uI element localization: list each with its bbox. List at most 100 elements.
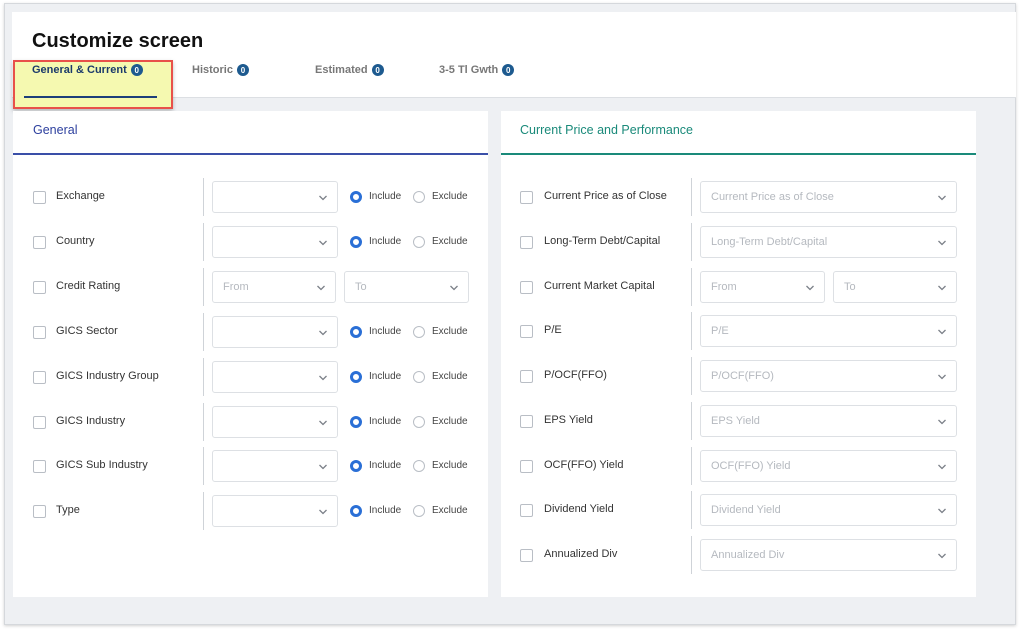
select-gics-industry[interactable] [212,405,338,438]
exclude-radio-gics-industry[interactable] [413,415,425,428]
chevron-down-icon [937,193,947,201]
row-divider [203,357,204,396]
filter-row-ocf-ffo-yield: OCF(FFO) Yield OCF(FFO) Yield [501,444,976,489]
filter-row-eps-yield: EPS Yield EPS Yield [501,399,976,444]
chevron-down-icon [318,193,328,201]
filter-row-gics-industry-group: GICS Industry Group Include Exclude [13,355,488,400]
select-placeholder: From [223,280,249,293]
row-label-ocf-ffo-yield: OCF(FFO) Yield [544,458,624,471]
from-select-credit-rating[interactable]: From [212,270,336,303]
chevron-down-icon [937,327,947,335]
filter-row-annualized-div: Annualized Div Annualized Div [501,533,976,578]
row-divider [691,312,692,351]
tab-general-current[interactable]: General & Current 0 [32,64,143,76]
select-p-ocf-ffo[interactable]: P/OCF(FFO) [700,360,957,392]
select-current-price-as-of-close[interactable]: Current Price as of Close [700,181,957,213]
checkbox-ocf-ffo-yield[interactable] [520,459,533,473]
checkbox-type[interactable] [33,505,46,519]
checkbox-p-ocf-ffo[interactable] [520,370,533,383]
select-placeholder: To [355,280,367,293]
select-eps-yield[interactable]: EPS Yield [700,404,957,437]
from-select-current-market-capital[interactable]: From [700,270,825,303]
exclude-radio-gics-industry-group[interactable] [413,370,425,383]
chevron-down-icon [318,507,328,515]
tab-3-5-tl-gwth[interactable]: 3-5 Tl Gwth 0 [439,64,515,76]
select-gics-sub-industry[interactable] [212,450,338,483]
exclude-label: Exclude [432,370,468,382]
checkbox-exchange[interactable] [33,191,46,204]
exclude-radio-exchange[interactable] [413,191,425,203]
checkbox-dividend-yield[interactable] [520,504,533,518]
row-divider [203,402,204,441]
row-label-p-e: P/E [544,324,562,337]
select-exchange[interactable] [212,181,338,213]
tab-historic[interactable]: Historic 0 [192,64,249,76]
select-country[interactable] [212,225,338,258]
chevron-down-icon [937,238,947,246]
checkbox-current-market-capital[interactable] [520,280,533,294]
tab-count-badge: 0 [371,64,384,76]
row-divider [691,267,692,306]
select-placeholder: OCF(FFO) Yield [711,459,791,472]
select-p-e[interactable]: P/E [700,315,957,348]
chevron-down-icon [937,462,947,470]
row-divider [203,178,204,216]
select-dividend-yield[interactable]: Dividend Yield [700,494,957,527]
exclude-radio-country[interactable] [413,235,425,248]
select-long-term-debt-capital[interactable]: Long-Term Debt/Capital [700,225,957,258]
filter-row-exchange: Exchange Include Exclude [13,175,488,220]
checkbox-gics-industry-group[interactable] [33,370,46,384]
checkbox-long-term-debt-capital[interactable] [520,235,533,249]
row-divider [203,492,204,531]
filter-row-long-term-debt-capital: Long-Term Debt/Capital Long-Term Debt/Cap… [501,220,976,265]
include-radio-exchange[interactable] [350,191,362,203]
tab-estimated[interactable]: Estimated 0 [315,64,384,76]
select-gics-sector[interactable] [212,315,338,348]
row-divider [203,267,204,306]
row-label-gics-industry-group: GICS Industry Group [56,369,159,382]
select-placeholder: Annualized Div [711,549,785,561]
include-radio-type[interactable] [350,505,362,518]
exclude-radio-type[interactable] [413,505,425,518]
checkbox-gics-industry[interactable] [33,415,46,429]
include-label: Include [369,191,402,202]
checkbox-annualized-div[interactable] [520,549,533,562]
include-radio-gics-industry-group[interactable] [350,370,362,383]
include-radio-country[interactable] [350,235,362,248]
include-radio-gics-sub-industry[interactable] [350,460,362,473]
exclude-label: Exclude [432,505,468,517]
exclude-radio-gics-sub-industry[interactable] [413,460,425,473]
row-divider [203,222,204,261]
filter-row-country: Country Include Exclude [13,220,488,265]
exclude-label: Exclude [432,191,468,202]
select-type[interactable] [212,495,338,528]
to-select-credit-rating[interactable]: To [344,270,469,303]
include-radio-gics-industry[interactable] [350,415,362,428]
chevron-down-icon [318,462,328,470]
checkbox-eps-yield[interactable] [520,414,533,428]
select-gics-industry-group[interactable] [212,360,338,393]
to-select-current-market-capital[interactable]: To [833,270,957,303]
include-label: Include [369,325,402,337]
checkbox-credit-rating[interactable] [33,280,46,294]
chevron-down-icon [937,506,947,514]
general-panel: General Exchange Include Exclude Country Inc… [13,111,488,597]
select-ocf-ffo-yield[interactable]: OCF(FFO) Yield [700,449,957,482]
chevron-down-icon [805,283,815,291]
row-divider [691,401,692,440]
row-divider [691,536,692,574]
row-label-type: Type [56,504,80,517]
filter-row-p-e: P/E P/E [501,309,976,354]
checkbox-gics-sub-industry[interactable] [33,460,46,474]
select-annualized-div[interactable]: Annualized Div [700,539,957,571]
current-price-panel: Current Price and Performance Current Pr… [501,111,976,597]
checkbox-country[interactable] [33,235,46,249]
row-label-credit-rating: Credit Rating [56,279,121,292]
checkbox-current-price-as-of-close[interactable] [520,191,533,204]
exclude-radio-gics-sector[interactable] [413,325,425,338]
checkbox-gics-sector[interactable] [33,325,46,339]
checkbox-p-e[interactable] [520,325,533,339]
select-placeholder: P/OCF(FFO) [711,370,774,382]
include-radio-gics-sector[interactable] [350,325,362,338]
select-placeholder: Long-Term Debt/Capital [711,235,828,248]
